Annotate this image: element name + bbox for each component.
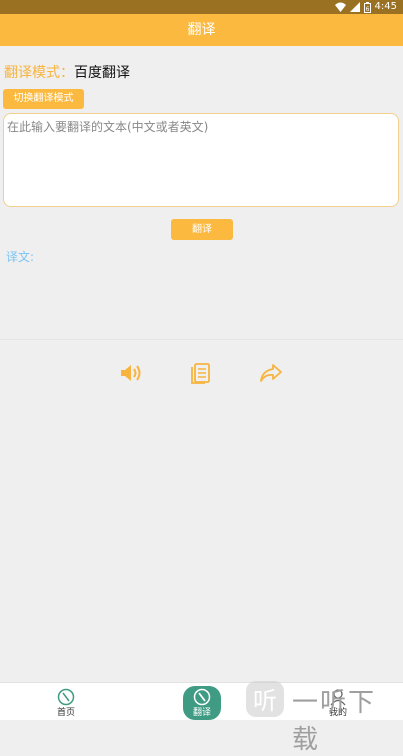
translate-mode-value: 百度翻译 [74, 65, 130, 81]
status-icons: 6 4:45 [334, 1, 397, 13]
translate-button[interactable]: 翻译 [171, 219, 233, 240]
copy-icon[interactable] [189, 361, 213, 385]
app-bar: 翻译 [0, 14, 403, 46]
wifi-icon [334, 2, 346, 12]
battery-icon: 6 [363, 1, 371, 13]
status-bar: 6 4:45 [0, 0, 403, 14]
switch-mode-button[interactable]: 切换翻译模式 [3, 89, 84, 109]
translate-mode-label: 翻译模式： [4, 65, 74, 81]
translate-input-placeholder: 在此输入要翻译的文本(中文或者英文) [7, 120, 209, 134]
translate-mode-row: 翻译模式：百度翻译 [4, 64, 130, 82]
app-bar-title: 翻译 [187, 22, 216, 38]
watermark-logo-text: 听 [253, 687, 277, 715]
nav-label-translate: 翻译 [192, 708, 211, 718]
speaker-icon[interactable] [119, 361, 143, 385]
divider [0, 339, 403, 340]
nav-label-home: 首页 [56, 708, 75, 718]
nav-item-home[interactable]: 首页 [31, 683, 101, 721]
watermark: 听 一听下载 [244, 678, 403, 755]
translate-input[interactable]: 在此输入要翻译的文本(中文或者英文) [3, 113, 399, 207]
status-time: 4:45 [374, 1, 397, 12]
share-icon[interactable] [259, 361, 283, 385]
watermark-text: 一听下载 [292, 688, 377, 755]
watermark-logo: 听 [246, 681, 284, 717]
battery-level: 6 [365, 6, 369, 13]
result-label: 译文: [6, 250, 35, 264]
compass-icon [193, 688, 211, 706]
nav-item-translate[interactable]: 翻译 [167, 683, 237, 721]
compass-icon [57, 688, 75, 706]
signal-icon [349, 2, 360, 12]
